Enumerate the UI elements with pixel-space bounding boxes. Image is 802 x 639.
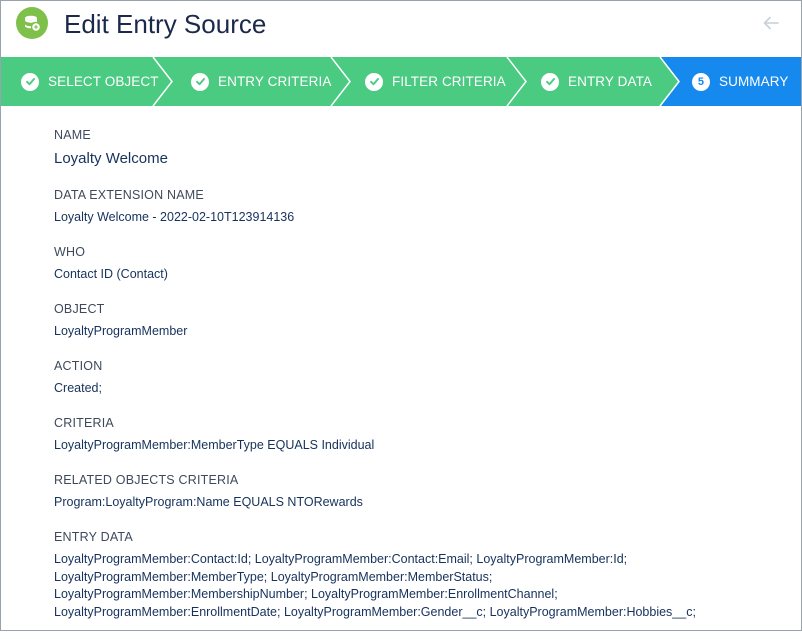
step-label: SELECT OBJECT [48, 74, 159, 89]
field-value: LoyaltyProgramMember [54, 324, 188, 338]
field-value: LoyaltyProgramMember:MemberType EQUALS I… [54, 438, 375, 452]
step-entry-data[interactable]: ENTRY DATA [541, 57, 652, 106]
edit-entry-source-window: Edit Entry Source SELECT OBJECT ENTRY CR… [0, 0, 802, 631]
field-label: OBJECT [54, 302, 105, 316]
step-number-badge: 5 [692, 72, 710, 91]
step-label: ENTRY DATA [568, 74, 653, 89]
progress-path: SELECT OBJECT ENTRY CRITERIA FILTER CRIT… [1, 57, 801, 106]
check-icon [191, 72, 209, 91]
check-icon [365, 72, 383, 91]
step-select-object[interactable]: SELECT OBJECT [21, 57, 159, 106]
entry-data-line: LoyaltyProgramMember:MemberType; Loyalty… [54, 569, 493, 584]
step-label: ENTRY CRITERIA [218, 74, 332, 89]
field-criteria: CRITERIA LoyaltyProgramMember:MemberType… [54, 415, 784, 454]
field-value: Loyalty Welcome [54, 150, 168, 167]
field-label: WHO [54, 245, 86, 259]
step-label: SUMMARY [719, 74, 789, 89]
field-related-objects-criteria: RELATED OBJECTS CRITERIA Program:Loyalty… [54, 472, 784, 511]
step-entry-criteria[interactable]: ENTRY CRITERIA [191, 57, 331, 106]
field-value: Loyalty Welcome - 2022-02-10T123914136 [54, 210, 295, 224]
field-entry-data: ENTRY DATA LoyaltyProgramMember:Contact:… [54, 529, 784, 621]
field-label: RELATED OBJECTS CRITERIA [54, 473, 239, 487]
field-object: OBJECT LoyaltyProgramMember [54, 301, 784, 340]
field-label: DATA EXTENSION NAME [54, 188, 204, 202]
field-value: Contact ID (Contact) [54, 267, 168, 281]
field-label: ENTRY DATA [54, 530, 133, 544]
page-title: Edit Entry Source [64, 9, 267, 39]
field-action: ACTION Created; [54, 358, 784, 397]
field-value: Created; [54, 381, 102, 395]
entry-data-line: LoyaltyProgramMember:MembershipNumber; L… [54, 587, 558, 601]
back-arrow-icon[interactable] [761, 13, 781, 33]
field-name: NAME Loyalty Welcome [54, 127, 784, 169]
field-label: ACTION [54, 359, 103, 373]
step-filter-criteria[interactable]: FILTER CRITERIA [365, 57, 506, 106]
step-summary[interactable]: 5 SUMMARY [692, 57, 788, 106]
header: Edit Entry Source [1, 1, 801, 57]
entry-source-icon [16, 7, 48, 39]
field-data-extension-name: DATA EXTENSION NAME Loyalty Welcome - 20… [54, 187, 784, 226]
summary-panel: NAME Loyalty Welcome DATA EXTENSION NAME… [54, 127, 784, 639]
entry-data-line: LoyaltyProgramMember:Contact:Id; Loyalty… [54, 552, 628, 566]
field-label: CRITERIA [54, 416, 114, 430]
check-icon [541, 72, 559, 91]
step-label: FILTER CRITERIA [392, 74, 506, 89]
field-label: NAME [54, 128, 91, 142]
field-value: Program:LoyaltyProgram:Name EQUALS NTORe… [54, 495, 363, 509]
field-who: WHO Contact ID (Contact) [54, 244, 784, 283]
check-icon [21, 72, 39, 91]
entry-data-line: LoyaltyProgramMember:EnrollmentDate; Loy… [54, 604, 696, 619]
